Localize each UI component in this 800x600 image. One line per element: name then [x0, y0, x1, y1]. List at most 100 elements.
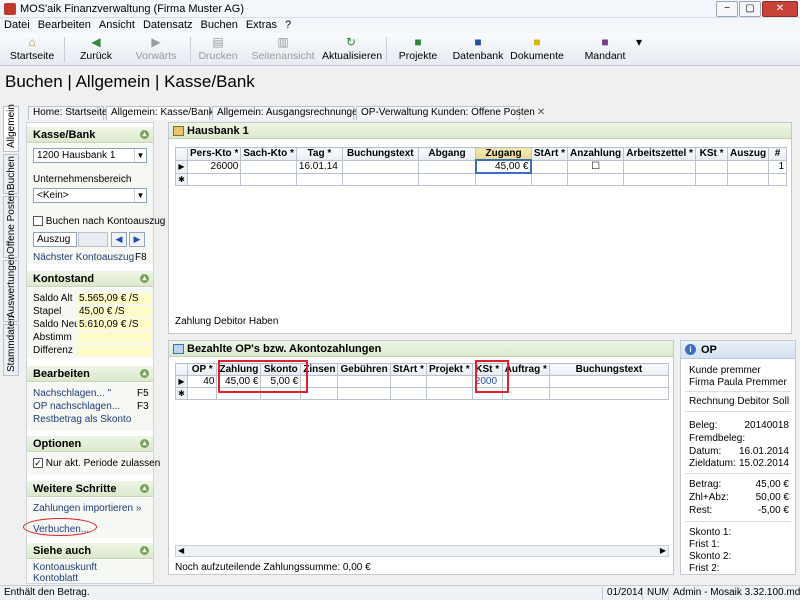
- cell-pers-kto[interactable]: 26000: [186, 159, 242, 174]
- aktualisieren-button[interactable]: ↻ Aktualisieren: [322, 35, 382, 64]
- minimize-button[interactable]: −: [716, 1, 738, 17]
- menu-buchen[interactable]: Buchen: [197, 18, 242, 32]
- col-start[interactable]: StArt *: [389, 363, 427, 376]
- col-arbeitszettel[interactable]: Arbeitszettel *: [623, 147, 697, 161]
- seitenansicht-button[interactable]: ▥ Seitenansicht: [250, 35, 316, 64]
- collapse-icon[interactable]: ▴: [140, 274, 149, 283]
- col-number[interactable]: #: [768, 147, 787, 161]
- checkbox-icon[interactable]: [33, 216, 43, 227]
- booking-grid[interactable]: Pers-Kto * Sach-Kto * Tag * Buchungstext…: [175, 147, 787, 186]
- col-auszug[interactable]: Auszug: [727, 147, 770, 161]
- cell-buchungstext[interactable]: [341, 159, 419, 174]
- buchen-nach-kontoauszug-checkbox[interactable]: Buchen nach Kontoauszug: [33, 216, 165, 227]
- menu-datensatz[interactable]: Datensatz: [139, 18, 197, 32]
- horizontal-scrollbar[interactable]: ◀ ▶: [175, 545, 669, 557]
- chevron-down-icon[interactable]: ▼: [134, 189, 146, 202]
- cell-projekt[interactable]: [425, 375, 473, 388]
- menu-ansicht[interactable]: Ansicht: [95, 18, 139, 32]
- tab-kasse-bank[interactable]: Allgemein: Kasse/Bank✕: [106, 106, 224, 120]
- account-select[interactable]: 1200 Hausbank 1 ▼: [33, 148, 147, 163]
- naechster-kontoauszug-link[interactable]: Nächster Kontoauszug: [33, 252, 134, 263]
- prev-auszug-button[interactable]: ◀: [111, 232, 127, 247]
- cell-sach-kto[interactable]: [240, 159, 297, 174]
- section-kasse-bank-header[interactable]: Kasse/Bank ▴: [27, 127, 153, 143]
- projekte-button[interactable]: ■ Projekte: [394, 35, 442, 64]
- cell-kst[interactable]: [695, 159, 729, 174]
- tab-ausgangsrechnungen[interactable]: Allgemein: Ausgangsrechnungen✕: [212, 106, 374, 120]
- col-zugang[interactable]: Zugang: [475, 147, 532, 161]
- new-row[interactable]: ✱: [175, 172, 787, 186]
- table-row[interactable]: ▶ 26000 16.01.14 45,00 € ☐ 1: [175, 159, 787, 174]
- kontoauskunft-link[interactable]: Kontoauskunft: [33, 562, 97, 573]
- vtab-stammdaten[interactable]: Stammdaten: [3, 315, 19, 376]
- next-auszug-button[interactable]: ▶: [129, 232, 145, 247]
- mandant-button[interactable]: ■ Mandant: [580, 35, 630, 64]
- vtab-allgemein[interactable]: Allgemein: [3, 104, 19, 152]
- close-icon[interactable]: ✕: [537, 107, 545, 118]
- section-optionen-header[interactable]: Optionen ▴: [27, 436, 153, 452]
- cell-op[interactable]: 40: [186, 375, 218, 388]
- collapse-icon[interactable]: ▴: [140, 130, 149, 139]
- section-bearbeiten-header[interactable]: Bearbeiten ▴: [27, 366, 153, 382]
- kontoblatt-link[interactable]: Kontoblatt: [33, 573, 78, 584]
- cell-tag[interactable]: 16.01.14: [295, 159, 343, 174]
- col-op[interactable]: OP *: [186, 363, 218, 376]
- vtab-auswertungen[interactable]: Auswertungen: [3, 254, 19, 322]
- cell-buchungstext[interactable]: [548, 375, 670, 388]
- cell-auszug[interactable]: [727, 159, 770, 174]
- cell-gebuehren[interactable]: [337, 375, 391, 388]
- cell-start[interactable]: [530, 159, 569, 174]
- col-buchungstext[interactable]: Buchungstext: [548, 363, 670, 376]
- menu-bearbeiten[interactable]: Bearbeiten: [34, 18, 95, 32]
- col-buchungstext[interactable]: Buchungstext: [341, 147, 419, 161]
- auszug-input[interactable]: Auszug: [33, 232, 77, 247]
- anzahlung-checkbox[interactable]: ☐: [567, 159, 625, 174]
- scroll-right-icon[interactable]: ▶: [660, 546, 666, 555]
- nur-akt-periode-checkbox[interactable]: ✓ Nur akt. Periode zulassen: [33, 458, 160, 469]
- cell-arbeitszettel[interactable]: [623, 159, 697, 174]
- col-start[interactable]: StArt *: [530, 147, 569, 161]
- collapse-icon[interactable]: ▴: [140, 546, 149, 555]
- col-sach-kto[interactable]: Sach-Kto *: [240, 147, 297, 161]
- dokumente-button[interactable]: ■ Dokumente: [510, 35, 564, 64]
- cell-start[interactable]: [389, 375, 427, 388]
- cell-zugang[interactable]: 45,00 €: [474, 159, 533, 174]
- chevron-down-icon[interactable]: ▼: [134, 149, 146, 162]
- abstimm-field[interactable]: [77, 332, 151, 343]
- vtab-buchen[interactable]: Buchen: [3, 154, 19, 194]
- tab-home-startseite[interactable]: Home: Startseite: [28, 106, 107, 120]
- menu-extras[interactable]: Extras: [242, 18, 281, 32]
- col-projekt[interactable]: Projekt *: [425, 363, 473, 376]
- collapse-icon[interactable]: ▴: [140, 439, 149, 448]
- col-tag[interactable]: Tag *: [295, 147, 343, 161]
- drucken-button[interactable]: ▤ Drucken: [196, 35, 240, 64]
- mandant-dropdown-button[interactable]: ▾: [632, 35, 644, 64]
- auszug-number-field[interactable]: [78, 232, 108, 247]
- vorwaerts-button[interactable]: ▶ Vorwärts: [128, 35, 184, 64]
- unternehmensbereich-select[interactable]: <Kein> ▼: [33, 188, 147, 203]
- close-button[interactable]: ✕: [762, 1, 798, 17]
- collapse-icon[interactable]: ▴: [140, 484, 149, 493]
- tab-offene-posten[interactable]: OP-Verwaltung Kunden: Offene Posten ✕: [356, 106, 545, 120]
- op-nachschlagen-link[interactable]: OP nachschlagen...: [33, 401, 120, 412]
- zahlungen-importieren-link[interactable]: Zahlungen importieren »: [33, 503, 141, 514]
- section-siehe-auch-header[interactable]: Siehe auch ▴: [27, 543, 153, 559]
- startseite-button[interactable]: ⌂ Startseite: [6, 35, 58, 64]
- section-weitere-schritte-header[interactable]: Weitere Schritte ▴: [27, 481, 153, 497]
- nachschlagen-link[interactable]: Nachschlagen... ": [33, 388, 111, 399]
- zurueck-button[interactable]: ◀ Zurück: [70, 35, 122, 64]
- menu-datei[interactable]: Datei: [0, 18, 34, 32]
- col-auftrag[interactable]: Auftrag *: [501, 363, 550, 376]
- datenbank-button[interactable]: ■ Datenbank: [452, 35, 504, 64]
- col-pers-kto[interactable]: Pers-Kto *: [186, 147, 242, 161]
- col-anzahlung[interactable]: Anzahlung: [567, 147, 625, 161]
- cell-auftrag[interactable]: [501, 375, 550, 388]
- col-abgang[interactable]: Abgang: [417, 147, 477, 161]
- checkmark-icon[interactable]: ✓: [33, 458, 43, 469]
- col-gebuehren[interactable]: Gebühren: [337, 363, 391, 376]
- vtab-offene-posten[interactable]: Offene Posten: [3, 190, 19, 258]
- scroll-left-icon[interactable]: ◀: [178, 546, 184, 555]
- collapse-icon[interactable]: ▴: [140, 369, 149, 378]
- restore-button[interactable]: ▢: [739, 1, 761, 17]
- section-kontostand-header[interactable]: Kontostand ▴: [27, 271, 153, 287]
